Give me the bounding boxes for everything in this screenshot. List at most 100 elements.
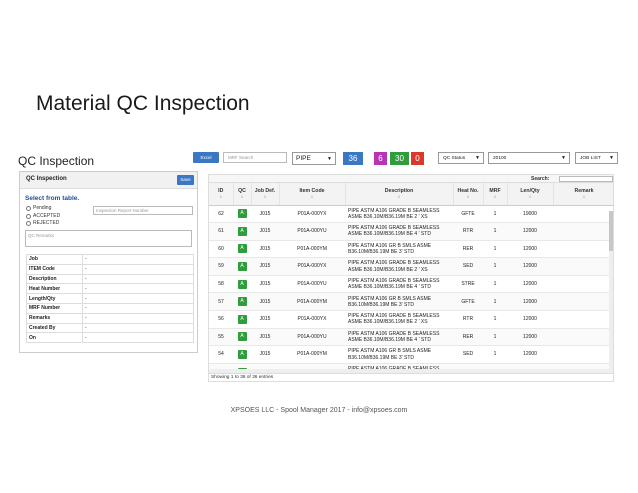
cell-qc: A [233,257,251,276]
cell-mrf: 1 [483,345,507,364]
vertical-scrollbar[interactable] [609,211,613,369]
column-header[interactable]: Len/Qty ⇕ [507,183,554,206]
description-line: PIPE ASTM A106 GR B SMLS ASME [348,242,432,249]
qc-accept-button[interactable]: A [237,332,247,342]
grid-search-bar: Search: [209,175,613,183]
cell-len: 12000 [507,257,553,276]
radio-pending[interactable]: Pending [26,205,60,213]
cell-id: 57 [209,292,233,312]
description-line: PIPE ASTM A106 GR B SMLS ASME [348,348,432,355]
cell-len: 12000 [507,240,553,259]
description-line: ASME B36.10M/B36.19M BE 4 ' STD [348,284,431,291]
accepted-count-badge[interactable]: 30 [390,152,409,165]
mrf-search-input[interactable]: MRF Search [223,152,287,163]
qc-accept-button[interactable]: A [237,314,247,324]
cell-heat: SED [453,345,483,364]
cell-remark [553,310,613,329]
column-header[interactable]: Heat No. ⇕ [453,183,484,206]
qc-accept-button[interactable]: A [237,297,247,307]
cell-remark [553,222,613,241]
description-line: B36.10M/B36.19M BE 3' STD [348,301,414,308]
qc-accept-button[interactable]: A [237,350,247,360]
grid-search-input[interactable] [559,176,613,182]
table-row[interactable]: 59 A J015 P01A-000YX PIPE ASTM A106 GRADE B … [209,257,613,276]
table-row[interactable]: 55 A J015 P01A-000YU PIPE ASTM A106 GRADE B … [209,328,613,347]
qc-remarks-textarea[interactable]: QC Remarks [25,230,192,247]
cell-job: J015 [251,240,279,259]
job-list-select[interactable]: JOB LIST ▼ [575,152,618,164]
sort-icon: ⇕ [397,195,401,200]
cell-description: PIPE ASTM A106 GRADE B SEAMLESSASME B36.… [345,222,453,241]
column-header[interactable]: Description ⇕ [345,183,454,206]
material-type-select[interactable]: PIPE ▼ [292,152,336,165]
cell-id: 61 [209,222,233,241]
scrollbar-thumb[interactable] [609,211,613,251]
column-header[interactable]: Remark ⇕ [553,183,613,206]
cell-mrf: 1 [483,292,507,312]
column-header-label: Description [384,188,414,195]
radio-circle-icon [26,213,31,219]
description-line: PIPE ASTM A106 GRADE B SEAMLESS [348,330,440,337]
job-number-select[interactable]: 20100 ▼ [488,152,570,164]
inspection-report-input[interactable]: Inspection Report Number [93,206,193,215]
job-number-value: 20100 [493,156,507,161]
radio-accepted[interactable]: ACCEPTED [26,213,60,221]
cell-id: 54 [209,345,233,364]
pending-count-badge[interactable]: 6 [374,152,387,165]
qc-info-table: Job - ITEM Code - Description - Heat Number - Le… [26,254,194,344]
cell-remark [553,240,613,259]
qc-accept-button[interactable]: A [237,209,247,219]
column-header[interactable]: ID ⇕ [209,183,234,206]
table-row[interactable]: 54 A J015 P01A-000YM PIPE ASTM A106 GR B SML… [209,345,613,364]
description-line: PIPE ASTM A106 GRADE B SEAMLESS [348,260,440,267]
qc-info-value: - [82,273,194,285]
radio-label: REJECTED [33,220,60,226]
description-line: ASME B36.10M/B36.19M BE 2 ' XS [348,266,428,273]
description-line: ASME B36.10M/B36.19M BE 4 ' STD [348,231,431,238]
column-header[interactable]: Item Code ⇕ [279,183,346,206]
cell-job: J015 [251,275,279,294]
table-row[interactable]: 58 A J015 P01A-000YU PIPE ASTM A106 GRADE B … [209,275,613,294]
cell-job: J015 [251,257,279,276]
qc-panel-header: QC Inspection Save [20,172,197,189]
column-header-label: Job Def. [254,188,276,195]
cell-job: J015 [251,310,279,329]
save-button[interactable]: Save [177,175,194,185]
sort-icon: ⇕ [310,195,314,200]
qc-accept-button[interactable]: A [237,279,247,289]
table-row[interactable]: 61 A J015 P01A-000YU PIPE ASTM A106 GRADE B … [209,222,613,241]
qc-info-value: - [82,322,194,334]
excel-button[interactable]: Excel [193,152,219,163]
column-header[interactable]: Job Def. ⇕ [251,183,280,206]
qc-accept-button[interactable]: A [237,262,247,272]
qc-info-row: ITEM Code - [26,263,194,275]
table-row[interactable]: 62 A J015 P01A-000YX PIPE ASTM A106 GRADE B … [209,205,613,224]
description-line: PIPE ASTM A106 GRADE B SEAMLESS [348,277,440,284]
cell-qc: A [233,205,251,224]
chevron-down-icon: ▼ [327,156,332,162]
cell-remark [553,205,613,224]
qc-accept-button[interactable]: A [237,244,247,254]
qc-info-key: Remarks [26,312,83,324]
radio-label: Pending [33,205,52,211]
cell-id: 62 [209,205,233,224]
column-header[interactable]: QC ⇕ [233,183,252,206]
cell-description: PIPE ASTM A106 GRADE B SEAMLESSASME B36.… [345,328,453,347]
cell-qc: A [233,275,251,294]
table-row[interactable]: 56 A J015 P01A-000YX PIPE ASTM A106 GRADE B … [209,310,613,329]
rejected-count-badge[interactable]: 0 [411,152,424,165]
qc-accept-button[interactable]: A [237,226,247,236]
total-count-badge[interactable]: 36 [343,152,363,165]
cell-id: 55 [209,328,233,347]
cell-qc: A [233,345,251,364]
qc-status-select[interactable]: QC Status ▼ [438,152,484,164]
cell-heat: GFTE [453,292,483,312]
radio-rejected[interactable]: REJECTED [26,220,60,228]
table-row[interactable]: 60 A J015 P01A-000YM PIPE ASTM A106 GR B SML… [209,240,613,259]
column-header[interactable]: MRF ⇕ [483,183,508,206]
table-row[interactable]: 57 A J015 P01A-000YM PIPE ASTM A106 GR B SML… [209,292,613,312]
description-line: B36.10M/B36.19M BE 3' STD [348,354,414,361]
sort-icon: ⇕ [493,195,497,200]
cell-mrf: 1 [483,205,507,224]
cell-description: PIPE ASTM A106 GRADE B SEAMLESSASME B36.… [345,205,453,224]
